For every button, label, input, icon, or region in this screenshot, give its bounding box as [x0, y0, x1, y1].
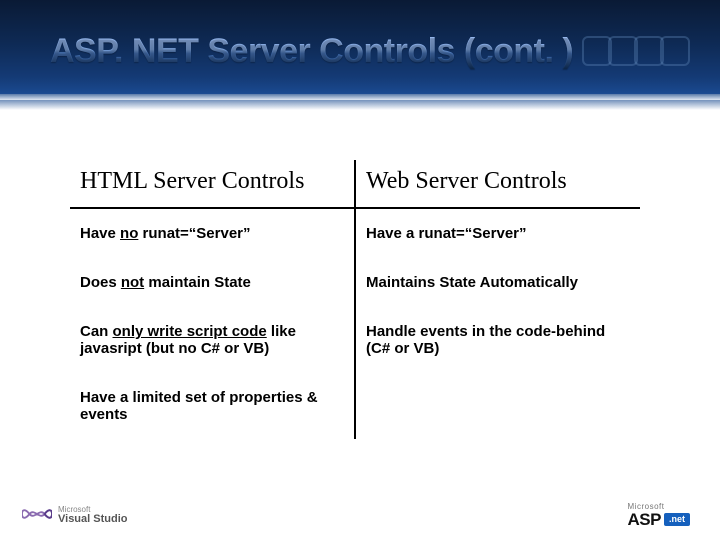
table-cell-left: Have a limited set of properties & event…: [70, 373, 355, 439]
infinity-icon: [22, 503, 52, 528]
header-bevel: [0, 94, 720, 100]
asp-label: ASP: [628, 511, 661, 528]
underlined-text: no: [120, 225, 138, 242]
vs-label: Visual Studio: [58, 514, 127, 525]
col-header-html: HTML Server Controls: [70, 160, 355, 208]
table-cell-right: Maintains State Automatically: [355, 258, 640, 307]
table-cell-right: Handle events in the code-behind (C# or …: [355, 307, 640, 373]
net-badge: .net: [664, 513, 690, 526]
table-cell-right: Have a runat=“Server”: [355, 208, 640, 258]
underlined-text: not: [121, 274, 144, 291]
table-cell-left: Have no runat=“Server”: [70, 208, 355, 258]
underlined-text: only write script code: [113, 323, 267, 340]
comparison-table: HTML Server Controls Web Server Controls…: [70, 160, 640, 439]
table-cell-right: [355, 373, 640, 439]
table-cell-left: Does not maintain State: [70, 258, 355, 307]
aspnet-logo: Microsoft ASP .net: [628, 503, 690, 528]
col-header-web: Web Server Controls: [355, 160, 640, 208]
slide-title: ASP. NET Server Controls (cont. ): [50, 32, 670, 71]
table-cell-left: Can only write script code like javasrip…: [70, 307, 355, 373]
visual-studio-logo: Microsoft Visual Studio: [22, 503, 127, 528]
